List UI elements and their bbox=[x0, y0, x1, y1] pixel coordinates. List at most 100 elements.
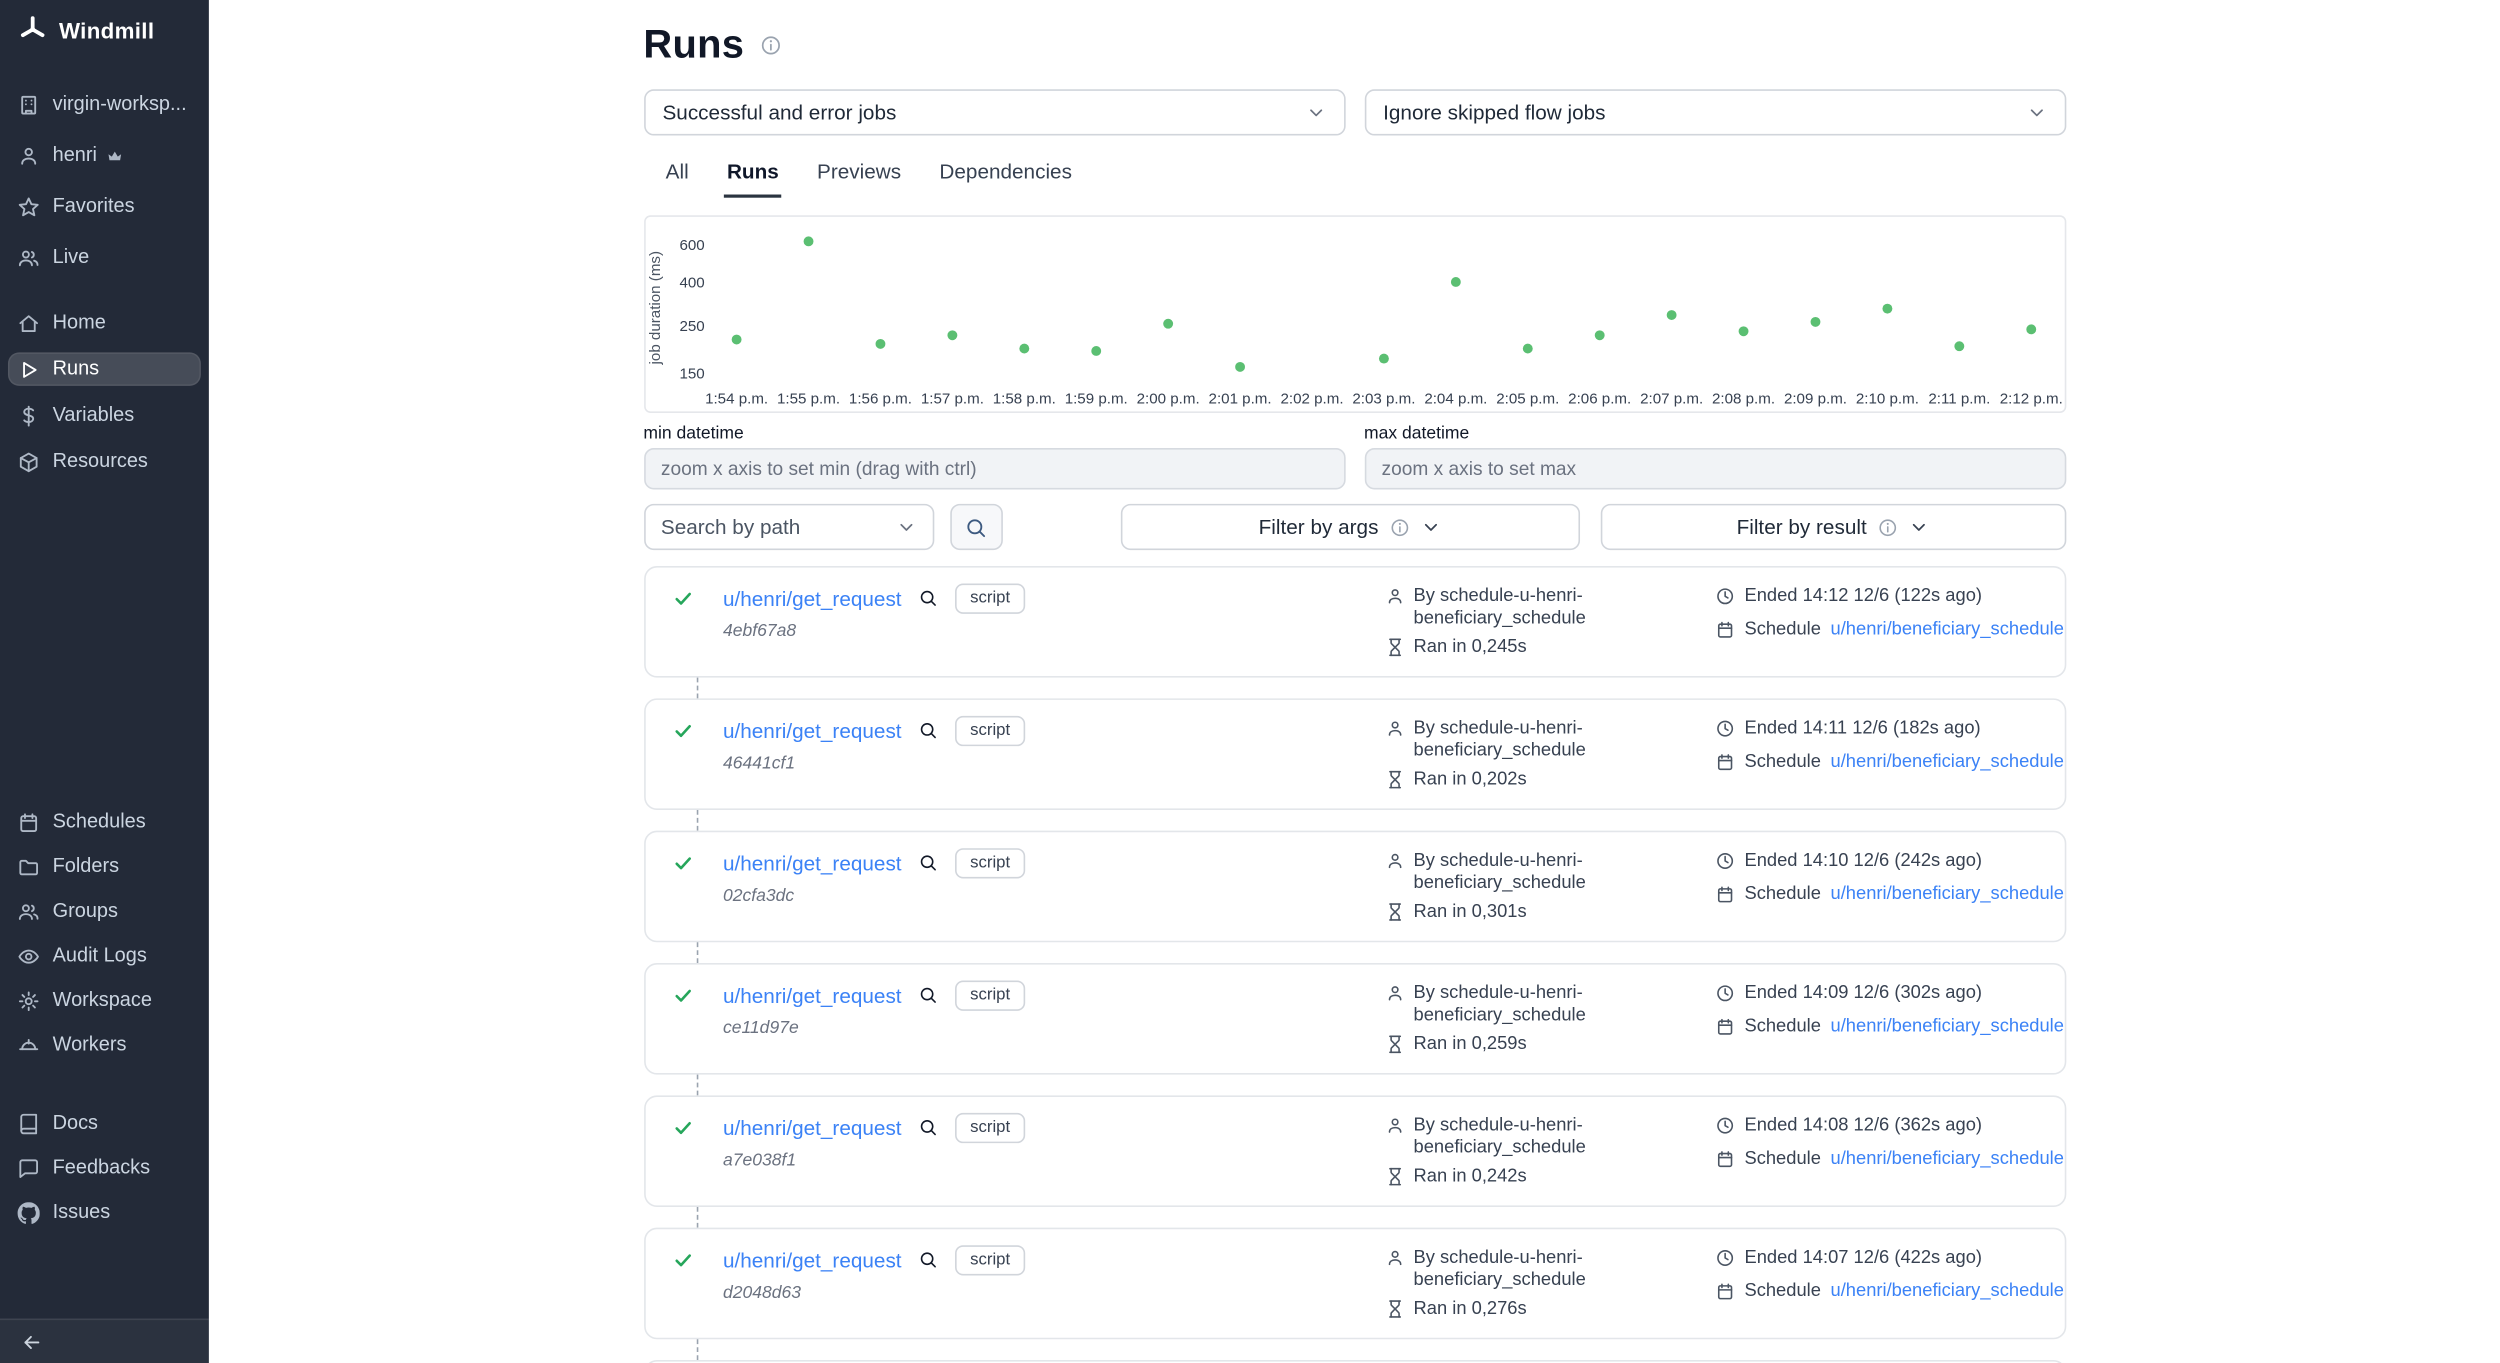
user-icon bbox=[18, 144, 40, 166]
live-label: Live bbox=[53, 246, 90, 270]
timeline-connector bbox=[696, 942, 698, 963]
sidebar-item-feedbacks[interactable]: Feedbacks bbox=[10, 1153, 200, 1183]
sidebar-item-groups[interactable]: Groups bbox=[10, 896, 200, 926]
timeline-connector bbox=[696, 810, 698, 831]
collapse-sidebar-button[interactable] bbox=[21, 1331, 43, 1353]
folder-icon bbox=[18, 855, 40, 877]
tab-all[interactable]: All bbox=[662, 151, 691, 197]
sidebar-item-workspace[interactable]: Workspace bbox=[10, 985, 200, 1015]
workspace-selector[interactable]: virgin-worksp... bbox=[10, 89, 200, 119]
min-datetime-input[interactable] bbox=[643, 448, 1345, 489]
info-icon[interactable] bbox=[760, 35, 781, 56]
svg-text:1:54 p.m.: 1:54 p.m. bbox=[704, 390, 767, 407]
magnifier-icon[interactable] bbox=[919, 1118, 938, 1137]
search-button[interactable] bbox=[949, 504, 1002, 550]
sidebar-item-schedules[interactable]: Schedules bbox=[10, 807, 200, 837]
magnifier-icon[interactable] bbox=[919, 986, 938, 1005]
run-duration: Ran in 0,301s bbox=[1414, 902, 1527, 921]
run-ended-time: Ended 14:07 12/6 (422s ago) bbox=[1744, 1247, 1982, 1269]
magnifier-icon[interactable] bbox=[919, 853, 938, 872]
svg-text:2:02 p.m.: 2:02 p.m. bbox=[1280, 390, 1343, 407]
magnifier-icon[interactable] bbox=[919, 589, 938, 608]
svg-text:600: 600 bbox=[679, 237, 704, 254]
run-triggered-by: By schedule-u-henri-beneficiary_schedule bbox=[1414, 585, 1615, 631]
run-duration: Ran in 0,276s bbox=[1414, 1299, 1527, 1318]
run-path-link[interactable]: u/henri/get_request bbox=[723, 983, 902, 1007]
workspace-label: Workspace bbox=[53, 989, 152, 1013]
clock-icon bbox=[1716, 587, 1735, 606]
run-path-link[interactable]: u/henri/get_request bbox=[723, 586, 902, 610]
runs-tabs: All Runs Previews Dependencies bbox=[643, 151, 2065, 197]
hourglass-icon bbox=[1385, 902, 1404, 921]
schedule-link[interactable]: u/henri/beneficiary_schedule bbox=[1831, 1280, 2064, 1302]
schedule-link[interactable]: u/henri/beneficiary_schedule bbox=[1831, 1148, 2064, 1170]
clock-icon bbox=[1716, 1116, 1735, 1135]
max-datetime-input[interactable] bbox=[1364, 448, 2066, 489]
schedule-label: Schedule bbox=[1744, 751, 1820, 773]
sidebar-item-favorites[interactable]: Favorites bbox=[10, 191, 200, 221]
sidebar-item-docs[interactable]: Docs bbox=[10, 1108, 200, 1138]
timeline-connector bbox=[696, 1207, 698, 1228]
info-icon[interactable] bbox=[1390, 517, 1409, 536]
run-triggered-by: By schedule-u-henri-beneficiary_schedule bbox=[1414, 982, 1615, 1028]
schedule-link[interactable]: u/henri/beneficiary_schedule bbox=[1831, 883, 2064, 905]
user-menu[interactable]: henri bbox=[10, 140, 200, 170]
chevron-down-icon bbox=[1908, 517, 1929, 538]
windmill-logo[interactable]: Windmill bbox=[0, 0, 209, 57]
sidebar-item-folders[interactable]: Folders bbox=[10, 851, 200, 881]
hourglass-icon bbox=[1385, 770, 1404, 789]
magnifier-icon[interactable] bbox=[919, 721, 938, 740]
skipped-flow-select[interactable]: Ignore skipped flow jobs bbox=[1364, 89, 2066, 135]
filter-by-result-label: Filter by result bbox=[1737, 515, 1867, 539]
sidebar-item-variables[interactable]: Variables bbox=[10, 400, 200, 430]
feedbacks-label: Feedbacks bbox=[53, 1156, 151, 1180]
job-status-select[interactable]: Successful and error jobs bbox=[643, 89, 1345, 135]
sidebar-item-runs[interactable]: Runs bbox=[10, 354, 200, 384]
tab-dependencies[interactable]: Dependencies bbox=[936, 151, 1075, 197]
run-id: 4ebf67a8 bbox=[723, 621, 1385, 640]
magnifier-icon[interactable] bbox=[919, 1250, 938, 1269]
timeline-connector bbox=[696, 1075, 698, 1096]
schedule-link[interactable]: u/henri/beneficiary_schedule bbox=[1831, 1016, 2064, 1038]
sidebar-item-issues[interactable]: Issues bbox=[10, 1197, 200, 1227]
home-icon bbox=[18, 312, 40, 334]
sidebar-item-resources[interactable]: Resources bbox=[10, 446, 200, 476]
github-icon bbox=[18, 1201, 40, 1223]
tab-previews[interactable]: Previews bbox=[814, 151, 904, 197]
app-window: Windmill virgin-worksp... henri Favorite… bbox=[0, 0, 2500, 1363]
schedules-label: Schedules bbox=[53, 810, 146, 834]
run-card: u/henri/get_request script ce11d97e By s… bbox=[643, 963, 2065, 1075]
run-path-link[interactable]: u/henri/get_request bbox=[723, 851, 902, 875]
run-card: u/henri/get_request script d2048d63 By s… bbox=[643, 1228, 2065, 1340]
issues-label: Issues bbox=[53, 1201, 111, 1225]
max-datetime-label: max datetime bbox=[1364, 424, 2066, 443]
svg-text:2:12 p.m.: 2:12 p.m. bbox=[1999, 390, 2062, 407]
run-ended-time: Ended 14:09 12/6 (302s ago) bbox=[1744, 982, 1982, 1004]
info-icon[interactable] bbox=[1878, 517, 1897, 536]
filter-by-result-button[interactable]: Filter by result bbox=[1600, 504, 2066, 550]
duration-chart[interactable]: job duration (ms)1502504006001:54 p.m.1:… bbox=[643, 215, 2065, 413]
duration-scatter-plot[interactable]: job duration (ms)1502504006001:54 p.m.1:… bbox=[645, 217, 2064, 412]
run-path-link[interactable]: u/henri/get_request bbox=[723, 1248, 902, 1272]
calendar-icon bbox=[1716, 1150, 1735, 1169]
hourglass-icon bbox=[1385, 1167, 1404, 1186]
sidebar-item-audit-logs[interactable]: Audit Logs bbox=[10, 941, 200, 971]
svg-text:2:00 p.m.: 2:00 p.m. bbox=[1136, 390, 1199, 407]
search-icon bbox=[965, 516, 987, 538]
schedule-link[interactable]: u/henri/beneficiary_schedule bbox=[1831, 619, 2064, 641]
star-icon bbox=[18, 195, 40, 217]
search-by-path-select[interactable]: Search by path bbox=[643, 504, 933, 550]
tab-runs[interactable]: Runs bbox=[724, 151, 782, 197]
page-title: Runs bbox=[643, 22, 744, 68]
sidebar-item-home[interactable]: Home bbox=[10, 308, 200, 338]
schedule-label: Schedule bbox=[1744, 1148, 1820, 1170]
schedule-link[interactable]: u/henri/beneficiary_schedule bbox=[1831, 751, 2064, 773]
run-path-link[interactable]: u/henri/get_request bbox=[723, 719, 902, 743]
run-path-link[interactable]: u/henri/get_request bbox=[723, 1116, 902, 1140]
skipped-flow-value: Ignore skipped flow jobs bbox=[1383, 100, 1605, 124]
main-panel: Runs Successful and error jobs Ignore sk… bbox=[209, 0, 2500, 1363]
sidebar-item-live[interactable]: Live bbox=[10, 242, 200, 272]
filter-by-args-button[interactable]: Filter by args bbox=[1120, 504, 1579, 550]
schedule-label: Schedule bbox=[1744, 619, 1820, 641]
sidebar-item-workers[interactable]: Workers bbox=[10, 1030, 200, 1060]
